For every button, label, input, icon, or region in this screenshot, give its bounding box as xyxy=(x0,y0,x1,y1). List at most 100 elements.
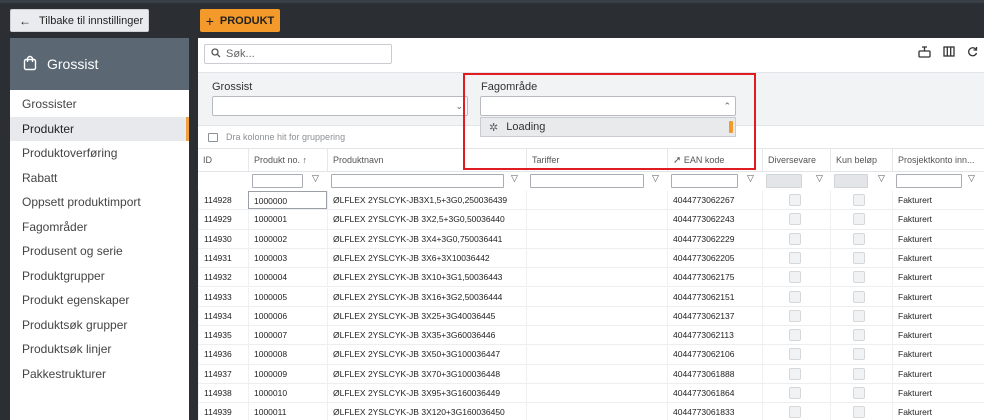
table-row[interactable]: 114929 1000001 ØLFLEX 2YSLCYK-JB 3X2,5+3G0… xyxy=(198,210,984,230)
columns-icon[interactable] xyxy=(943,46,955,61)
cell-kun-belop[interactable] xyxy=(830,268,892,287)
cell-ean[interactable]: 4044773062106 xyxy=(667,345,762,364)
ean-filter-input[interactable] xyxy=(671,174,738,188)
cell-id[interactable]: 114934 xyxy=(198,306,248,326)
cell-diversevare[interactable] xyxy=(762,384,830,403)
checkbox[interactable] xyxy=(789,213,801,226)
cell-prosjektkonto[interactable]: Fakturert xyxy=(892,326,984,345)
cell-tariffer[interactable] xyxy=(526,229,667,248)
cell-product-no[interactable]: 1000006 xyxy=(248,306,327,326)
table-row[interactable]: 114936 1000008 ØLFLEX 2YSLCYK-JB 3X50+3G10… xyxy=(198,345,984,365)
cell-id[interactable]: 114935 xyxy=(198,326,248,345)
checkbox[interactable] xyxy=(789,387,801,399)
checkbox[interactable] xyxy=(853,290,865,303)
cell-ean[interactable]: 4044773062229 xyxy=(667,229,762,248)
cell-ean[interactable]: 4044773062205 xyxy=(667,248,762,268)
cell-id[interactable]: 114936 xyxy=(198,345,248,364)
kun-belop-filter[interactable]: ▽ xyxy=(830,173,892,188)
cell-product-name[interactable]: ØLFLEX 2YSLCYK-JB 3X2,5+3G0,50036440 xyxy=(327,210,526,229)
cell-diversevare[interactable] xyxy=(762,210,830,229)
sidebar-item[interactable]: Produsent og serie xyxy=(10,239,189,264)
column-header-diversevare[interactable]: Diversevare xyxy=(762,149,830,171)
cell-product-no[interactable]: 1000008 xyxy=(248,345,327,364)
cell-diversevare[interactable] xyxy=(762,403,830,420)
checkbox[interactable] xyxy=(853,251,865,264)
cell-id[interactable]: 114937 xyxy=(198,364,248,383)
cell-diversevare[interactable] xyxy=(762,306,830,326)
sidebar-item[interactable]: Produkter xyxy=(10,116,189,141)
cell-product-name[interactable]: ØLFLEX 2YSLCYK-JB 3X50+3G100036447 xyxy=(327,345,526,364)
cell-prosjektkonto[interactable]: Fakturert xyxy=(892,306,984,326)
cell-diversevare[interactable] xyxy=(762,268,830,287)
cell-ean[interactable]: 4044773062151 xyxy=(667,287,762,306)
cell-id[interactable]: 114939 xyxy=(198,403,248,420)
column-header-prosjektkonto[interactable]: Prosjektkonto inn... xyxy=(892,149,984,171)
table-row[interactable]: 114934 1000006 ØLFLEX 2YSLCYK-JB 3X25+3G40… xyxy=(198,306,984,327)
sidebar-item[interactable]: Rabatt xyxy=(10,166,189,191)
product-name-filter-input[interactable] xyxy=(331,174,504,188)
cell-tariffer[interactable] xyxy=(526,191,667,210)
cell-product-name[interactable]: ØLFLEX 2YSLCYK-JB 3X35+3G60036446 xyxy=(327,326,526,345)
product-no-filter-input[interactable] xyxy=(252,174,303,188)
cell-ean[interactable]: 4044773062137 xyxy=(667,306,762,326)
sidebar-item[interactable]: Pakkestrukturer xyxy=(10,362,189,387)
column-header-kun-belop[interactable]: Kun beløp xyxy=(830,149,892,171)
cell-kun-belop[interactable] xyxy=(830,248,892,268)
cell-diversevare[interactable] xyxy=(762,229,830,248)
add-product-button[interactable]: + PRODUKT xyxy=(200,9,280,32)
cell-id[interactable]: 114932 xyxy=(198,268,248,287)
cell-diversevare[interactable] xyxy=(762,345,830,364)
cell-kun-belop[interactable] xyxy=(830,384,892,403)
cell-product-no[interactable]: 1000011 xyxy=(248,403,327,420)
cell-product-name[interactable]: ØLFLEX 2YSLCYK-JB 3X4+3G0,750036441 xyxy=(327,229,526,248)
checkbox[interactable] xyxy=(789,348,801,361)
sidebar-item[interactable]: Produkt egenskaper xyxy=(10,288,189,313)
checkbox[interactable] xyxy=(789,309,801,322)
filter-icon[interactable]: ▽ xyxy=(816,173,823,184)
cell-product-name[interactable]: ØLFLEX 2YSLCYK-JB 3X95+3G160036449 xyxy=(327,384,526,403)
cell-kun-belop[interactable] xyxy=(830,191,892,210)
sidebar-item[interactable]: Oppsett produktimport xyxy=(10,190,189,215)
product-name-filter[interactable]: ▽ xyxy=(327,173,526,188)
cell-prosjektkonto[interactable]: Fakturert xyxy=(892,364,984,383)
cell-product-name[interactable]: ØLFLEX 2YSLCYK-JB3X1,5+3G0,250036439 xyxy=(327,191,526,210)
cell-product-no[interactable]: 1000007 xyxy=(248,326,327,345)
cell-tariffer[interactable] xyxy=(526,403,667,420)
back-to-settings-button[interactable]: ← Tilbake til innstillinger xyxy=(10,9,149,32)
cell-tariffer[interactable] xyxy=(526,306,667,326)
cell-diversevare[interactable] xyxy=(762,248,830,268)
checkbox[interactable] xyxy=(853,406,865,419)
cell-kun-belop[interactable] xyxy=(830,229,892,248)
tariffer-filter[interactable]: ▽ xyxy=(526,173,667,188)
cell-prosjektkonto[interactable]: Fakturert xyxy=(892,287,984,306)
table-row[interactable]: 114933 1000005 ØLFLEX 2YSLCYK-JB 3X16+3G2,… xyxy=(198,287,984,307)
cell-product-no[interactable]: 1000003 xyxy=(248,248,327,268)
tariffer-filter-input[interactable] xyxy=(530,174,644,188)
cell-product-no[interactable]: 1000009 xyxy=(248,364,327,383)
column-header-id[interactable]: ID xyxy=(198,149,248,171)
table-row[interactable]: 114930 1000002 ØLFLEX 2YSLCYK-JB 3X4+3G0,7… xyxy=(198,229,984,249)
export-icon[interactable] xyxy=(918,46,931,61)
cell-product-no[interactable]: 1000000 xyxy=(248,191,327,210)
filter-icon[interactable]: ▽ xyxy=(747,173,754,184)
cell-product-no[interactable]: 1000004 xyxy=(248,268,327,287)
table-row[interactable]: 114938 1000010 ØLFLEX 2YSLCYK-JB 3X95+3G16… xyxy=(198,384,984,404)
cell-id[interactable]: 114933 xyxy=(198,287,248,306)
cell-prosjektkonto[interactable]: Fakturert xyxy=(892,248,984,268)
checkbox[interactable] xyxy=(853,367,865,380)
sidebar-item[interactable]: Produktoverføring xyxy=(10,141,189,166)
cell-product-name[interactable]: ØLFLEX 2YSLCYK-JB 3X120+3G160036450 xyxy=(327,403,526,420)
checkbox[interactable] xyxy=(853,348,865,361)
cell-id[interactable]: 114931 xyxy=(198,248,248,268)
checkbox[interactable] xyxy=(789,329,801,342)
checkbox[interactable] xyxy=(853,271,865,284)
cell-prosjektkonto[interactable]: Fakturert xyxy=(892,229,984,248)
refresh-icon[interactable] xyxy=(967,46,978,61)
cell-ean[interactable]: 4044773061888 xyxy=(667,364,762,383)
cell-id[interactable]: 114929 xyxy=(198,210,248,229)
filter-icon[interactable]: ▽ xyxy=(511,173,518,184)
cell-id[interactable]: 114928 xyxy=(198,191,248,210)
cell-prosjektkonto[interactable]: Fakturert xyxy=(892,191,984,210)
table-row[interactable]: 114939 1000011 ØLFLEX 2YSLCYK-JB 3X120+3G1… xyxy=(198,403,984,420)
cell-prosjektkonto[interactable]: Fakturert xyxy=(892,345,984,364)
